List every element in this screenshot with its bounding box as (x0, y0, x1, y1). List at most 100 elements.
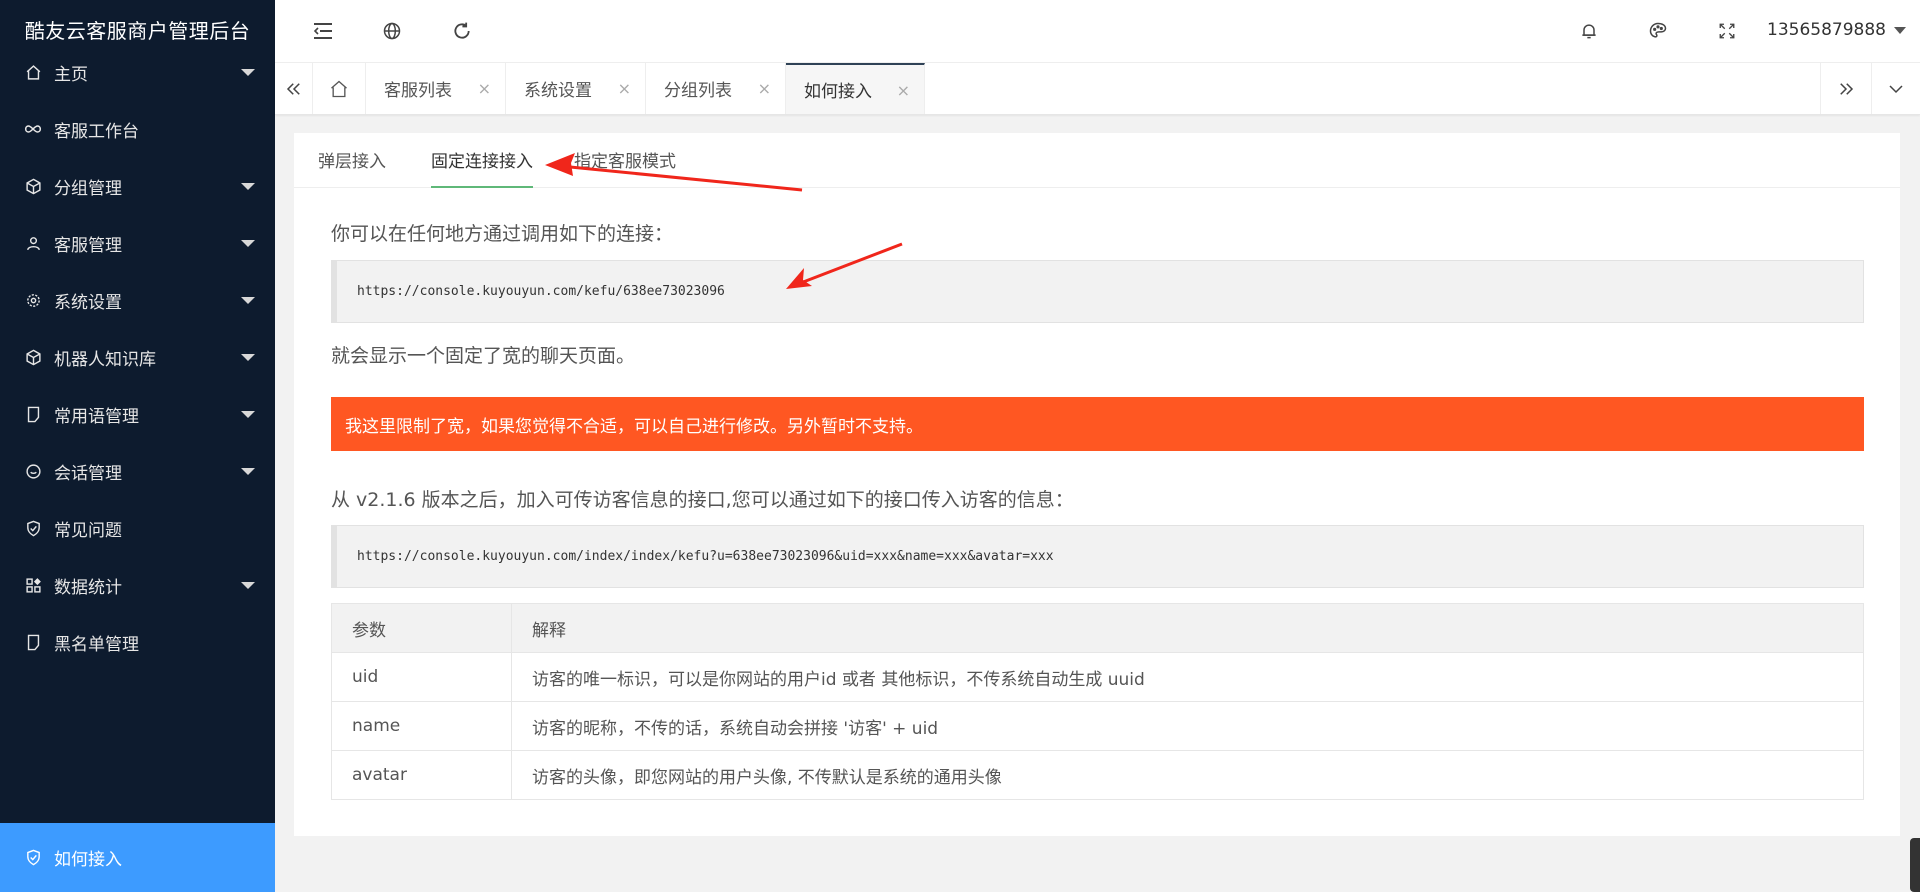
chevron-down-icon (241, 183, 255, 190)
intro-text: 你可以在任何地方通过调用如下的连接： (331, 223, 674, 245)
shield-icon (24, 519, 42, 537)
note-icon (24, 405, 42, 423)
sidebar-item-label: 会话管理 (54, 463, 122, 484)
cube-icon (24, 177, 42, 195)
param-desc: 访客的头像，即您网站的用户头像, 不传默认是系统的通用头像 (511, 750, 1864, 800)
sidebar-item-workbench[interactable]: 客服工作台 (0, 98, 275, 160)
chevron-down-icon (241, 69, 255, 76)
tabs-scroll-left[interactable] (275, 63, 313, 114)
sidebar-item-label: 主页 (54, 64, 88, 85)
sidebar-item-label: 系统设置 (54, 292, 122, 313)
sidebar-item-label: 客服管理 (54, 235, 122, 256)
tab-strip: 客服列表 × 系统设置 × 分组列表 × 如何接入 × (275, 63, 1920, 115)
sidebar-item-label: 常见问题 (54, 520, 122, 541)
sidebar-item-faq[interactable]: 常见问题 (0, 497, 275, 559)
infinity-icon (24, 120, 42, 138)
refresh-icon[interactable] (450, 19, 474, 43)
double-chevron-left-icon (286, 82, 300, 95)
tabs-dropdown[interactable] (1872, 63, 1920, 114)
chevron-down-icon (241, 240, 255, 247)
theme-icon[interactable] (1646, 19, 1670, 43)
sub-tabs: 弹层接入 固定连接接入 指定客服模式 (294, 133, 1900, 188)
chevron-down-icon (241, 297, 255, 304)
chevron-down-icon (241, 468, 255, 475)
chevron-down-icon (1894, 26, 1906, 34)
close-icon[interactable]: × (758, 79, 771, 98)
params-table: 参数 解释 uid 访客的唯一标识，可以是你网站的用户id 或者 其他标识，不传… (331, 603, 1864, 800)
sidebar-item-label: 常用语管理 (54, 406, 139, 427)
double-chevron-right-icon (1840, 82, 1854, 95)
sidebar-item-settings[interactable]: 系统设置 (0, 269, 275, 331)
sidebar-item-robot-kb[interactable]: 机器人知识库 (0, 326, 275, 388)
subtab-popup[interactable]: 弹层接入 (318, 147, 386, 186)
home-icon (331, 80, 347, 97)
params-url-code-block: https://console.kuyouyun.com/index/index… (331, 525, 1864, 588)
table-row: avatar 访客的头像，即您网站的用户头像, 不传默认是系统的通用头像 (331, 750, 1864, 800)
tab-label: 如何接入 (804, 82, 872, 102)
tab-label: 系统设置 (524, 81, 592, 101)
sidebar-item-agents[interactable]: 客服管理 (0, 212, 275, 274)
sidebar-item-label: 如何接入 (54, 850, 122, 870)
header-explanation: 解释 (511, 603, 1864, 653)
sidebar-item-label: 数据统计 (54, 577, 122, 598)
shield-icon (24, 849, 42, 867)
sidebar-item-phrases[interactable]: 常用语管理 (0, 383, 275, 445)
params-url: https://console.kuyouyun.com/index/index… (357, 549, 1054, 564)
sidebar: 酷友云客服商户管理后台 主页 客服工作台 分组管理 客服管理 系统设置 机器人知… (0, 0, 275, 892)
username: 13565879888 (1767, 20, 1886, 40)
fullscreen-icon[interactable] (1715, 19, 1739, 43)
sidebar-item-groups[interactable]: 分组管理 (0, 155, 275, 217)
description-text: 就会显示一个固定了宽的聊天页面。 (331, 345, 636, 367)
subtab-fixed-link[interactable]: 固定连接接入 (431, 147, 533, 188)
menu-collapse-icon[interactable] (311, 19, 335, 43)
sidebar-item-sessions[interactable]: 会话管理 (0, 440, 275, 502)
sidebar-item-label: 机器人知识库 (54, 349, 156, 370)
fixed-link-url: https://console.kuyouyun.com/kefu/638ee7… (357, 284, 725, 299)
bell-icon[interactable] (1577, 19, 1601, 43)
tab-integration[interactable]: 如何接入 × (786, 63, 925, 114)
table-row: uid 访客的唯一标识，可以是你网站的用户id 或者 其他标识，不传系统自动生成… (331, 652, 1864, 702)
tab-home[interactable] (313, 63, 366, 114)
note-icon (24, 633, 42, 651)
cube-icon (24, 348, 42, 366)
chevron-down-icon (1889, 84, 1903, 93)
subtab-specific-agent[interactable]: 指定客服模式 (574, 147, 676, 186)
param-desc: 访客的昵称，不传的话，系统自动会拼接 '访客' + uid (511, 701, 1864, 751)
gear-icon (24, 291, 42, 309)
close-icon[interactable]: × (897, 81, 910, 100)
tab-agent-list[interactable]: 客服列表 × (366, 63, 506, 114)
sidebar-item-stats[interactable]: 数据统计 (0, 554, 275, 616)
table-row: name 访客的昵称，不传的话，系统自动会拼接 '访客' + uid (331, 701, 1864, 751)
scrollbar-handle[interactable] (1910, 838, 1920, 892)
sidebar-item-label: 黑名单管理 (54, 634, 139, 655)
chevron-down-icon (241, 354, 255, 361)
chevron-down-icon (241, 582, 255, 589)
apps-icon (24, 576, 42, 594)
sidebar-item-blacklist[interactable]: 黑名单管理 (0, 611, 275, 673)
user-menu[interactable]: 13565879888 (1767, 20, 1906, 40)
tabs-scroll-right[interactable] (1820, 63, 1872, 114)
tab-label: 客服列表 (384, 81, 452, 101)
table-header-row: 参数 解释 (331, 603, 1864, 653)
tab-label: 分组列表 (664, 81, 732, 101)
globe-icon[interactable] (380, 19, 404, 43)
param-name: uid (331, 652, 512, 702)
chat-icon (24, 462, 42, 480)
close-icon[interactable]: × (478, 79, 491, 98)
tab-settings[interactable]: 系统设置 × (506, 63, 646, 114)
chevron-down-icon (241, 411, 255, 418)
sidebar-item-integration[interactable]: 如何接入 (0, 823, 275, 892)
sidebar-item-label: 分组管理 (54, 178, 122, 199)
version-note: 从 v2.1.6 版本之后，加入可传访客信息的接口,您可以通过如下的接口传入访客… (331, 489, 1074, 511)
notice-banner: 我这里限制了宽，如果您觉得不合适，可以自己进行修改。另外暂时不支持。 (331, 397, 1864, 451)
home-icon (24, 63, 42, 81)
sidebar-item-home[interactable]: 主页 (0, 41, 275, 103)
param-desc: 访客的唯一标识，可以是你网站的用户id 或者 其他标识，不传系统自动生成 uui… (511, 652, 1864, 702)
param-name: name (331, 701, 512, 751)
sidebar-item-label: 客服工作台 (54, 121, 139, 142)
close-icon[interactable]: × (618, 79, 631, 98)
url-code-block: https://console.kuyouyun.com/kefu/638ee7… (331, 260, 1864, 323)
user-icon (24, 234, 42, 252)
param-name: avatar (331, 750, 512, 800)
tab-group-list[interactable]: 分组列表 × (646, 63, 786, 114)
